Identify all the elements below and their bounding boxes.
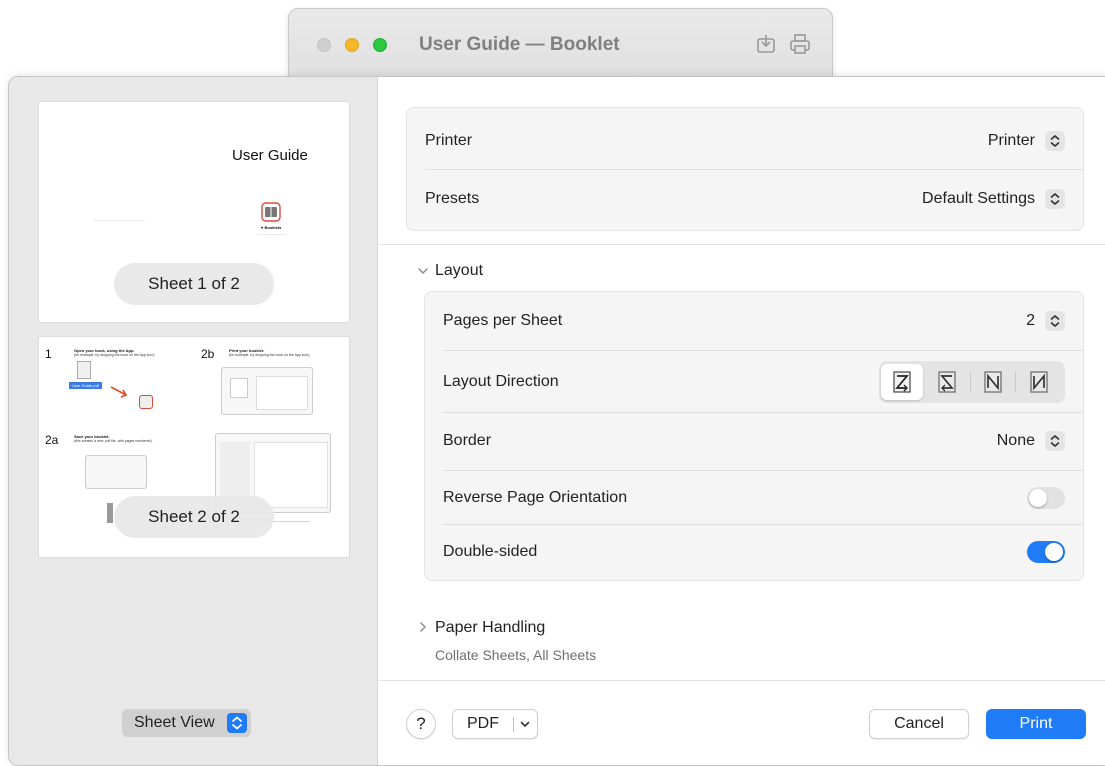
window-zoom-button[interactable] — [373, 38, 387, 52]
mini-app-icon — [139, 395, 153, 409]
mini-print-dialog-1 — [221, 367, 313, 415]
printer-presets-group: Printer Printer Presets Default Settings — [406, 107, 1084, 231]
cover-logo-text: ♥ Booklets — [261, 225, 282, 230]
settings-pane: Printer Printer Presets Default Settings… — [379, 77, 1105, 765]
layout-section-title[interactable]: Layout — [435, 262, 483, 280]
sheet-1-thumbnail[interactable]: User Guide ~~~~~~~~~~~~~~~~~~~~~~ ♥ Book… — [39, 102, 349, 322]
layout-direction-n-button[interactable] — [1018, 364, 1060, 400]
reverse-orientation-label: Reverse Page Orientation — [443, 489, 628, 506]
sheet-1-label: Sheet 1 of 2 — [114, 263, 274, 305]
paper-handling-section-title[interactable]: Paper Handling — [435, 619, 545, 637]
pages-per-sheet-row: Pages per Sheet 2 — [443, 292, 1065, 350]
window-close-button[interactable] — [317, 38, 331, 52]
window-title: User Guide — Booklet — [419, 34, 620, 55]
print-dialog: User Guide ~~~~~~~~~~~~~~~~~~~~~~ ♥ Book… — [8, 76, 1105, 766]
pdf-menu-button[interactable]: PDF — [452, 709, 538, 739]
chevron-down-icon[interactable] — [417, 265, 429, 277]
cover-left-caption: ~~~~~~~~~~~~~~~~~~~~~~ — [94, 218, 146, 223]
arrow-icon — [110, 386, 128, 398]
separator — [443, 350, 1083, 351]
layout-direction-row: Layout Direction — [443, 352, 1065, 412]
step-2a-subtitle: (this creates a new .pdf file, with page… — [74, 439, 153, 443]
printer-label: Printer — [425, 132, 473, 149]
cancel-button[interactable]: Cancel — [869, 709, 969, 739]
pdf-label: PDF — [467, 715, 499, 732]
step-1-number: 1 — [45, 347, 52, 361]
sheet-2-label: Sheet 2 of 2 — [114, 496, 274, 538]
layout-direction-s-button[interactable] — [926, 364, 968, 400]
layout-direction-label: Layout Direction — [443, 373, 559, 390]
border-value[interactable]: None — [997, 432, 1035, 450]
double-sided-row: Double-sided — [443, 524, 1065, 580]
presets-value[interactable]: Default Settings — [922, 190, 1035, 208]
reverse-orientation-toggle[interactable] — [1027, 487, 1065, 509]
paper-handling-summary: Collate Sheets, All Sheets — [435, 647, 597, 663]
pdf-divider — [513, 717, 514, 732]
printer-value[interactable]: Printer — [988, 132, 1035, 150]
border-popup-stepper-icon[interactable] — [1045, 431, 1065, 451]
pages-per-sheet-label: Pages per Sheet — [443, 312, 563, 329]
sheet-2-thumbnail[interactable]: 1 Open your book, using the App. (for ex… — [39, 337, 349, 557]
mini-device-icon — [107, 503, 113, 523]
window-minimize-button[interactable] — [345, 38, 359, 52]
pages-per-sheet-value[interactable]: 2 — [1026, 312, 1035, 330]
pages-per-sheet-stepper-icon[interactable] — [1045, 311, 1065, 331]
layout-group: Pages per Sheet 2 Layout Direction Borde… — [424, 291, 1084, 581]
segment-divider — [1015, 372, 1016, 392]
step-2b-number: 2b — [201, 347, 215, 361]
sheet-view-popup[interactable]: Sheet View — [122, 709, 251, 737]
border-label: Border — [443, 432, 492, 449]
double-sided-toggle[interactable] — [1027, 541, 1065, 563]
step-2a-number: 2a — [45, 433, 59, 447]
layout-direction-segmented-control — [879, 361, 1065, 403]
printer-popup-stepper-icon[interactable] — [1045, 131, 1065, 151]
step-1-subtitle: (for example, by dropping the book on th… — [74, 353, 156, 357]
book-app-icon — [261, 202, 281, 222]
presets-popup-stepper-icon[interactable] — [1045, 189, 1065, 209]
cover-link-text: ~~~~~~~~~~~~ — [257, 232, 286, 237]
layout-direction-reverse-n-button[interactable] — [972, 364, 1014, 400]
chevron-right-icon[interactable] — [417, 621, 429, 633]
sheet-view-stepper-icon — [226, 713, 247, 733]
preview-pane: User Guide ~~~~~~~~~~~~~~~~~~~~~~ ♥ Book… — [9, 77, 378, 765]
printer-row: Printer Printer — [425, 112, 1065, 170]
section-divider — [379, 244, 1105, 245]
mini-file-label: User Guide.pdf — [69, 382, 102, 389]
double-sided-label: Double-sided — [443, 543, 538, 560]
presets-row: Presets Default Settings — [425, 170, 1065, 228]
mini-save-dialog — [85, 455, 147, 489]
step-2b-subtitle: (for example, by dropping the book on th… — [229, 353, 311, 357]
print-button[interactable]: Print — [986, 709, 1086, 739]
border-row: Border None — [443, 412, 1065, 470]
cover-title: User Guide — [232, 147, 308, 164]
segment-divider — [970, 372, 971, 392]
reverse-orientation-row: Reverse Page Orientation — [443, 470, 1065, 526]
chevron-down-icon[interactable] — [518, 717, 532, 731]
printer-icon[interactable] — [789, 33, 811, 55]
mini-book-icon — [77, 361, 91, 379]
sheet-view-label: Sheet View — [134, 714, 215, 731]
help-button[interactable]: ? — [406, 709, 436, 739]
export-icon[interactable] — [755, 33, 777, 55]
layout-direction-z-button[interactable] — [881, 364, 923, 400]
presets-label: Presets — [425, 190, 480, 207]
footer-divider — [379, 680, 1105, 681]
